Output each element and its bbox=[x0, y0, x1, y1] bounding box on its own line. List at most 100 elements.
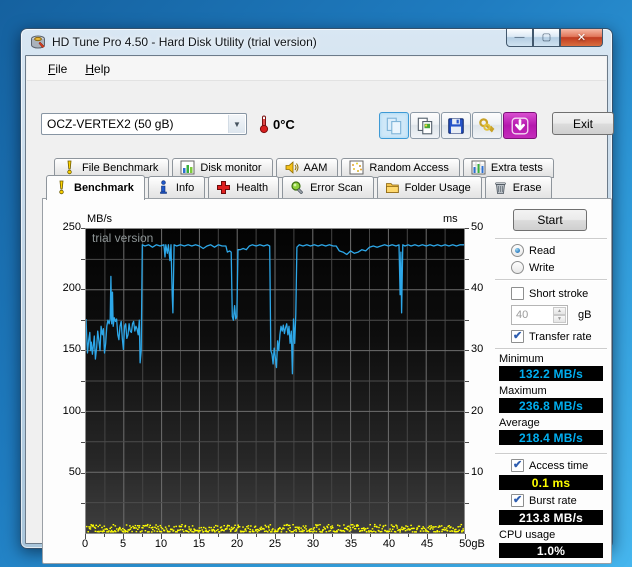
drive-select-value: OCZ-VERTEX2 (50 gB) bbox=[47, 117, 174, 131]
y-axis-tick bbox=[465, 289, 469, 291]
menu-item-help[interactable]: Help bbox=[76, 59, 119, 79]
bar-chart-icon bbox=[180, 160, 195, 175]
write-radio-label: Write bbox=[529, 261, 555, 274]
exit-button[interactable]: Exit bbox=[552, 112, 614, 135]
copy-pages-icon bbox=[384, 116, 404, 136]
client-area: File Help OCZ-VERTEX2 (50 gB) ▼ 0°C Exit … bbox=[25, 55, 614, 564]
y-axis-tick bbox=[465, 442, 469, 444]
copy-pages-button[interactable] bbox=[379, 112, 409, 139]
y-axis-tick bbox=[465, 258, 469, 260]
y-axis-tick-label: 150 bbox=[62, 343, 81, 356]
app-window: HD Tune Pro 4.50 - Hard Disk Utility (tr… bbox=[20, 28, 614, 564]
y-axis-tick-label: 250 bbox=[62, 221, 81, 233]
short-stroke-unit-label: gB bbox=[578, 309, 592, 321]
y-axis-tick bbox=[465, 350, 469, 352]
read-radio[interactable]: Read bbox=[511, 244, 555, 257]
x-axis-tick-label: 0 bbox=[81, 538, 89, 550]
license-keys-button[interactable] bbox=[472, 112, 502, 139]
tab-aam[interactable]: AAM bbox=[275, 158, 339, 178]
burst-rate-checkbox[interactable]: Burst rate bbox=[511, 493, 577, 507]
average-value: 218.4 MB/s bbox=[499, 430, 603, 445]
drive-select[interactable]: OCZ-VERTEX2 (50 gB) ▼ bbox=[41, 113, 247, 135]
tab-label: Folder Usage bbox=[404, 181, 471, 194]
short-stroke-checkbox[interactable]: Short stroke bbox=[511, 287, 588, 300]
transfer-rate-checkbox[interactable]: Transfer rate bbox=[511, 329, 592, 343]
spin-down-icon[interactable]: ▼ bbox=[553, 315, 566, 323]
menu-bar: File Help bbox=[27, 57, 606, 81]
tab-label: AAM bbox=[303, 161, 328, 174]
read-radio-label: Read bbox=[529, 244, 556, 257]
menu-item-file[interactable]: File bbox=[39, 59, 76, 79]
x-axis-tick bbox=[370, 534, 371, 537]
chart-grid-icon bbox=[471, 160, 486, 175]
tab-row-primary: Benchmark Info Health Error Scan Folder Usag… bbox=[46, 175, 553, 200]
x-axis-tick bbox=[161, 534, 162, 539]
separator bbox=[495, 348, 607, 350]
minimize-button[interactable]: — bbox=[506, 29, 533, 47]
x-axis-tick bbox=[408, 534, 409, 537]
tab-benchmark[interactable]: Benchmark bbox=[46, 175, 145, 200]
tab-folder-usage[interactable]: Folder Usage bbox=[376, 176, 482, 199]
tab-disk-monitor[interactable]: Disk monitor bbox=[172, 158, 273, 178]
exclamation-icon bbox=[62, 160, 77, 175]
trial-watermark: trial version bbox=[92, 231, 154, 245]
tab-erase[interactable]: Erase bbox=[484, 176, 553, 199]
x-axis-tick-label: 10 bbox=[154, 538, 168, 550]
x-axis-tick bbox=[332, 534, 333, 537]
spin-up-icon[interactable]: ▲ bbox=[553, 307, 566, 315]
x-axis-tick-label: 50gB bbox=[459, 538, 485, 550]
x-axis-tick-label: 25 bbox=[268, 538, 282, 550]
transfer-rate-checkbox-control[interactable] bbox=[511, 329, 524, 343]
trash-icon bbox=[493, 180, 508, 195]
y-axis-tick-label: 200 bbox=[62, 282, 81, 295]
access-time-value: 0.1 ms bbox=[499, 475, 603, 490]
tab-label: Health bbox=[236, 181, 269, 194]
save-screenshot-button[interactable] bbox=[441, 112, 471, 139]
x-axis-tick bbox=[180, 534, 181, 537]
folder-icon bbox=[385, 180, 400, 195]
access-time-checkbox-control[interactable] bbox=[511, 458, 524, 472]
start-button[interactable]: Start bbox=[513, 209, 587, 231]
right-axis-unit: ms bbox=[443, 213, 458, 225]
cpu-usage-value: 1.0% bbox=[499, 543, 603, 558]
write-radio-control[interactable] bbox=[511, 261, 524, 274]
maximize-button[interactable]: ▢ bbox=[533, 29, 560, 47]
burst-rate-label: Burst rate bbox=[529, 494, 577, 507]
tab-random-access[interactable]: Random Access bbox=[341, 158, 460, 178]
x-axis-tick bbox=[427, 534, 428, 539]
chevron-down-icon: ▼ bbox=[228, 115, 245, 133]
burst-rate-checkbox-control[interactable] bbox=[511, 493, 524, 507]
y-axis-tick bbox=[465, 503, 469, 505]
separator bbox=[495, 279, 607, 281]
short-stroke-size-input[interactable]: 40 ▲ ▼ bbox=[511, 305, 568, 325]
ms-axis-tick-label: 40 bbox=[471, 282, 484, 295]
x-axis-tick bbox=[237, 534, 238, 539]
x-axis-tick-label: 15 bbox=[192, 538, 206, 550]
info-icon bbox=[156, 180, 171, 195]
access-time-checkbox[interactable]: Access time bbox=[511, 458, 588, 472]
tab-health[interactable]: Health bbox=[208, 176, 280, 199]
ms-axis-tick-label: 10 bbox=[471, 465, 484, 478]
tab-label: Benchmark bbox=[74, 181, 134, 194]
short-stroke-checkbox-control[interactable] bbox=[511, 287, 524, 300]
tab-info[interactable]: Info bbox=[147, 176, 206, 199]
tab-extra-tests[interactable]: Extra tests bbox=[462, 158, 554, 178]
download-arrow-button[interactable] bbox=[503, 112, 537, 139]
short-stroke-size-value: 40 bbox=[516, 309, 529, 321]
tab-error-scan[interactable]: Error Scan bbox=[282, 176, 374, 199]
copy-screenshot-button[interactable] bbox=[410, 112, 440, 139]
read-radio-control[interactable] bbox=[511, 244, 524, 257]
x-axis-tick bbox=[123, 534, 124, 539]
x-axis-tick bbox=[104, 534, 105, 537]
scatter-icon bbox=[349, 160, 364, 175]
x-axis-tick-label: 20 bbox=[230, 538, 244, 550]
close-button[interactable]: ✕ bbox=[560, 29, 603, 47]
ms-axis-tick-label: 20 bbox=[471, 404, 484, 417]
x-axis-tick-label: 30 bbox=[306, 538, 320, 550]
separator bbox=[495, 453, 607, 455]
x-axis-tick bbox=[199, 534, 200, 539]
write-radio[interactable]: Write bbox=[511, 261, 554, 274]
minimum-label: Minimum bbox=[499, 353, 544, 365]
x-axis-tick bbox=[446, 534, 447, 537]
spinner-buttons[interactable]: ▲ ▼ bbox=[553, 307, 566, 323]
